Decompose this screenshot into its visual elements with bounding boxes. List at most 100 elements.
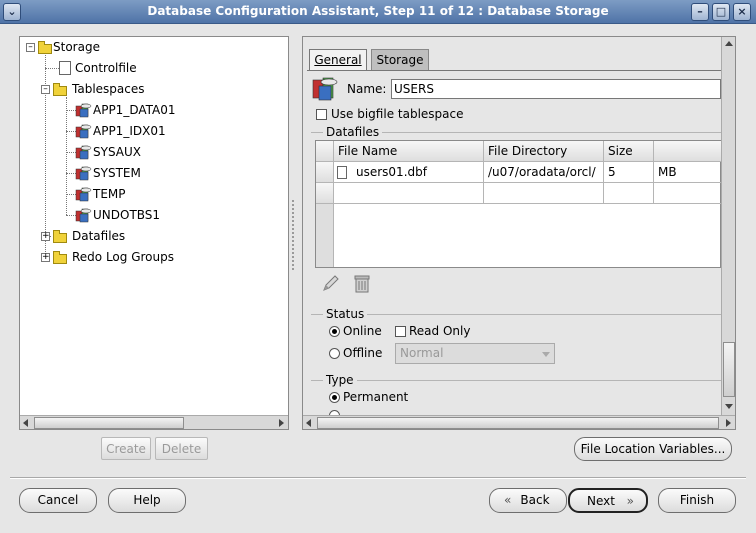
row-header[interactable]: [316, 183, 334, 204]
tab-general[interactable]: General: [309, 49, 367, 71]
chevron-right-icon: »: [626, 494, 634, 508]
online-radio[interactable]: [329, 326, 340, 337]
expand-icon[interactable]: +: [41, 253, 50, 262]
tablespace-icon: [75, 186, 93, 202]
tablespace-icon: [311, 74, 341, 104]
folder-icon: [53, 230, 67, 243]
table-row[interactable]: users01.dbf: [334, 162, 484, 183]
chevron-left-icon: «: [504, 493, 512, 507]
column-file-name[interactable]: File Name: [334, 141, 484, 162]
create-button[interactable]: Create: [101, 437, 151, 460]
column-size[interactable]: Size: [604, 141, 654, 162]
scroll-right-icon[interactable]: [726, 419, 731, 427]
detail-vertical-scrollbar[interactable]: [721, 37, 735, 415]
empty-cell[interactable]: [654, 183, 722, 204]
collapse-icon[interactable]: –: [41, 85, 50, 94]
empty-cell[interactable]: [484, 183, 604, 204]
tab-storage[interactable]: Storage: [371, 49, 429, 71]
controlfile-icon: [59, 61, 71, 75]
close-icon[interactable]: ×: [733, 3, 751, 21]
window-title: Database Configuration Assistant, Step 1…: [147, 4, 609, 18]
storage-tree-panel[interactable]: – Storage Controlfile – Tablespaces APP1…: [19, 36, 289, 430]
type-group-title: Type: [323, 373, 357, 387]
pencil-icon[interactable]: [321, 274, 341, 294]
bigfile-checkbox[interactable]: [316, 109, 327, 120]
row-header-column: [316, 204, 334, 267]
read-only-label: Read Only: [409, 324, 471, 338]
offline-radio[interactable]: [329, 348, 340, 359]
tree-item-controlfile[interactable]: Controlfile: [75, 58, 137, 78]
scroll-left-icon[interactable]: [306, 419, 311, 427]
folder-icon: [53, 83, 67, 96]
cell-unit[interactable]: MB: [654, 162, 722, 183]
scroll-thumb[interactable]: [723, 342, 735, 397]
tree-item-datafiles[interactable]: Datafiles: [72, 226, 125, 246]
detail-panel: General Storage Name: Use bigfile tables…: [302, 36, 736, 430]
cell-file-directory[interactable]: /u07/oradata/orcl/: [484, 162, 604, 183]
offline-mode-select[interactable]: Normal: [395, 343, 555, 364]
empty-cell[interactable]: [334, 183, 484, 204]
chevron-down-icon: [542, 352, 550, 357]
detail-horizontal-scrollbar[interactable]: [303, 415, 735, 429]
splitter-handle[interactable]: [292, 200, 296, 270]
datafiles-group-title: Datafiles: [323, 125, 383, 139]
empty-cell[interactable]: [604, 183, 654, 204]
tree-connector: [66, 97, 67, 215]
tablespace-icon: [75, 123, 93, 139]
tree-item-tablespace[interactable]: TEMP: [93, 184, 126, 204]
help-button[interactable]: Help: [108, 488, 186, 513]
scroll-thumb[interactable]: [34, 417, 184, 429]
folder-icon: [38, 41, 52, 54]
tree-item-tablespace[interactable]: APP1_IDX01: [93, 121, 166, 141]
name-label: Name:: [347, 82, 387, 96]
online-label: Online: [343, 324, 382, 338]
column-unit: [654, 141, 722, 162]
scroll-right-icon[interactable]: [279, 419, 284, 427]
tree-item-tablespace[interactable]: SYSTEM: [93, 163, 141, 183]
read-only-checkbox[interactable]: [395, 326, 406, 337]
tablespace-icon: [75, 207, 93, 223]
next-button[interactable]: Next »: [568, 488, 648, 513]
tree-item-storage[interactable]: Storage: [53, 37, 100, 57]
cell-size[interactable]: 5: [604, 162, 654, 183]
row-header[interactable]: [316, 162, 334, 183]
expand-icon[interactable]: +: [41, 232, 50, 241]
tree-item-tablespace[interactable]: SYSAUX: [93, 142, 141, 162]
offline-mode-value: Normal: [400, 346, 444, 360]
tree-item-redo-log-groups[interactable]: Redo Log Groups: [72, 247, 174, 267]
status-group-title: Status: [323, 307, 368, 321]
back-button[interactable]: « Back: [489, 488, 567, 513]
bigfile-label: Use bigfile tablespace: [331, 107, 464, 121]
tablespace-icon: [75, 102, 93, 118]
minimize-icon[interactable]: –: [691, 3, 709, 21]
tree-item-tablespace[interactable]: UNDOTBS1: [93, 205, 160, 225]
title-bar[interactable]: ⌄ Database Configuration Assistant, Step…: [0, 0, 756, 24]
tree-connector: [45, 68, 59, 69]
tablespace-icon: [75, 165, 93, 181]
separator: [10, 477, 746, 479]
tree-item-tablespaces[interactable]: Tablespaces: [72, 79, 145, 99]
file-location-variables-button[interactable]: File Location Variables...: [574, 437, 732, 461]
tree-horizontal-scrollbar[interactable]: [20, 415, 288, 429]
collapse-icon[interactable]: –: [26, 43, 35, 52]
scroll-down-icon[interactable]: [725, 404, 733, 409]
offline-label: Offline: [343, 346, 383, 360]
back-label: Back: [520, 493, 550, 507]
scroll-left-icon[interactable]: [23, 419, 28, 427]
tablespace-name-input[interactable]: [391, 79, 721, 99]
cancel-button[interactable]: Cancel: [19, 488, 97, 513]
trash-icon[interactable]: [353, 274, 371, 294]
column-file-directory[interactable]: File Directory: [484, 141, 604, 162]
scroll-thumb[interactable]: [317, 417, 719, 429]
table-corner: [316, 141, 334, 162]
delete-button[interactable]: Delete: [155, 437, 208, 460]
permanent-radio[interactable]: [329, 392, 340, 403]
datafile-icon: [337, 166, 347, 179]
tree-item-tablespace[interactable]: APP1_DATA01: [93, 100, 176, 120]
datafiles-table[interactable]: File Name File Directory Size users01.db…: [315, 140, 722, 268]
cell-file-name: users01.dbf: [356, 165, 427, 179]
finish-button[interactable]: Finish: [658, 488, 736, 513]
scroll-up-icon[interactable]: [725, 41, 733, 46]
tablespace-icon: [75, 144, 93, 160]
maximize-icon[interactable]: □: [712, 3, 730, 21]
